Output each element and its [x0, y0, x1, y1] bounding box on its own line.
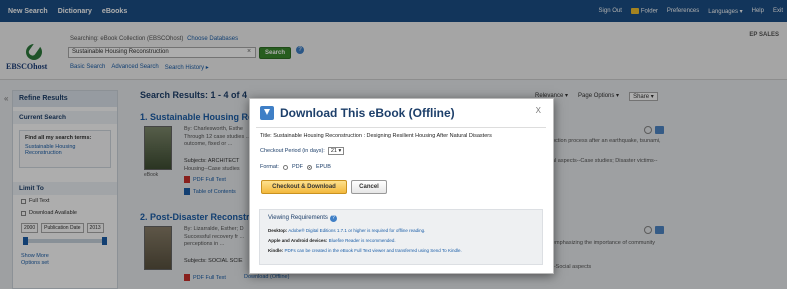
requirement-devices: Apple and Android devices: Bluefire Read… — [268, 238, 534, 243]
divider — [256, 127, 546, 128]
requirements-heading: Viewing Requirements — [268, 215, 328, 221]
download-ebook-dialog: Download This eBook (Offline) X Title: S… — [249, 98, 554, 274]
req-label: Apple and Android devices: — [268, 238, 328, 243]
checkout-download-button[interactable]: Checkout & Download — [261, 180, 347, 194]
requirement-kindle: Kindle: PDFs can be created in the eBook… — [268, 248, 534, 253]
dialog-title: Download This eBook (Offline) — [280, 106, 455, 120]
download-icon — [260, 106, 274, 120]
req-text[interactable]: Bluefire Reader is recommended. — [329, 238, 396, 243]
format-epub-radio[interactable] — [306, 164, 312, 170]
format-pdf-radio[interactable] — [282, 164, 288, 170]
format-label: Format: — [260, 164, 279, 170]
dialog-header: Download This eBook (Offline) — [260, 103, 455, 123]
req-label: Kindle: — [268, 248, 284, 253]
req-text[interactable]: Adobe® Digital Editions 1.7.1 or higher … — [288, 228, 425, 233]
help-icon[interactable]: ? — [329, 215, 337, 222]
format-row: Format: PDF EPUB — [260, 164, 331, 170]
viewing-requirements-panel: Viewing Requirements? Desktop: Adobe® Di… — [259, 209, 543, 265]
book-title-value: Sustainable Housing Reconstruction : Des… — [273, 133, 492, 139]
checkout-period-row: Checkout Period (in days): 21 ▾ — [260, 147, 345, 155]
viewing-requirements-title: Viewing Requirements? — [268, 215, 534, 222]
format-epub-label: EPUB — [315, 164, 331, 170]
checkout-period-label: Checkout Period (in days): — [260, 148, 325, 154]
checkout-period-select[interactable]: 21 ▾ — [327, 147, 345, 155]
close-icon[interactable]: X — [536, 106, 541, 115]
req-text[interactable]: PDFs can be created in the eBook Full Te… — [285, 248, 462, 253]
page: New Search Dictionary eBooks Sign Out Fo… — [0, 0, 787, 289]
format-pdf-label: PDF — [291, 164, 303, 170]
req-label: Desktop: — [268, 228, 288, 233]
requirement-desktop: Desktop: Adobe® Digital Editions 1.7.1 o… — [268, 228, 534, 233]
cancel-button[interactable]: Cancel — [351, 180, 387, 194]
book-title-row: Title: Sustainable Housing Reconstructio… — [260, 133, 492, 139]
book-title-label: Title: — [260, 133, 272, 139]
